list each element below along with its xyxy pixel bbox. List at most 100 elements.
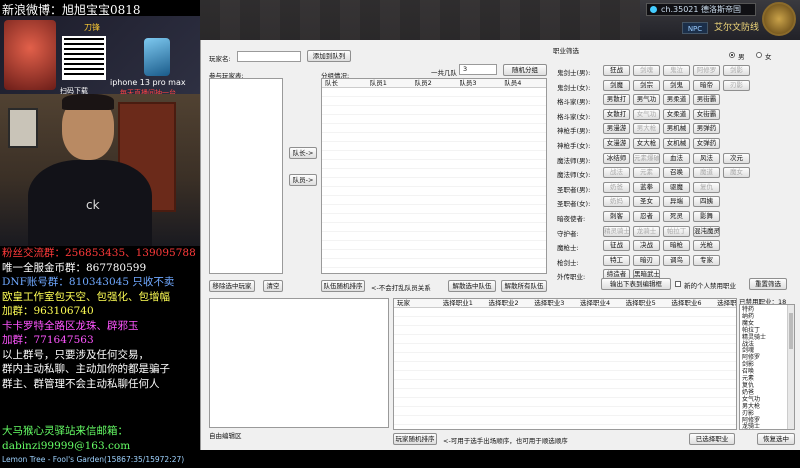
job-toggle-button[interactable]: 女大枪 [633, 138, 660, 149]
job-toggle-button[interactable]: 战法 [603, 167, 630, 179]
job-toggle-button[interactable]: 龙骑士 [633, 225, 660, 237]
job-toggle-button[interactable]: 魔道 [693, 167, 720, 179]
job-toggle-button[interactable]: 血法 [663, 152, 690, 164]
banner-decoration [200, 0, 640, 40]
restore-selected-button[interactable]: 恢复选中 [757, 433, 795, 445]
job-toggle-button[interactable]: 女街霸 [693, 108, 720, 120]
now-playing-song: Lemon Tree - Fool's Garden(15867:35/1597… [2, 455, 185, 464]
add-to-queue-button[interactable]: 添加到队列 [307, 50, 351, 62]
banned-jobs-list[interactable]: 特药 纳药 魔女 帕拉丁 精灵骑士 战法 剑魂 阿修罗 剑影 召唤 元素 复仇 奶爸 女气功 男大枪 刃影 阿修… [739, 304, 795, 430]
banned-job-item[interactable]: 龙骑士 [742, 424, 766, 429]
job-toggle-button[interactable]: 死灵 [663, 211, 690, 222]
gender-female-radio[interactable] [756, 52, 762, 58]
job-toggle-button[interactable]: 暗枪 [663, 240, 690, 252]
job-class-label: 格斗家(女): [557, 112, 591, 121]
job-toggle-button[interactable]: 女漫游 [603, 138, 630, 149]
job-toggle-button[interactable]: 次元 [723, 152, 750, 164]
job-toggle-button[interactable]: 刃影 [723, 79, 750, 91]
npc-badge[interactable]: NPC [682, 22, 708, 34]
grid-col-header: 选择职业5 [625, 299, 656, 307]
team-random-sort-button[interactable]: 队伍随机排序 [321, 280, 365, 292]
new-players-checkbox[interactable] [675, 281, 681, 287]
joined-players-list[interactable] [209, 78, 283, 274]
free-edit-textarea[interactable] [209, 298, 389, 428]
player-name-label: 玩家名: [209, 55, 231, 63]
job-toggle-button[interactable]: 剑魔 [603, 79, 630, 91]
job-toggle-button[interactable]: 忍者 [633, 211, 660, 222]
job-toggle-button[interactable]: 女散打 [603, 108, 630, 120]
remove-selected-player-button[interactable]: 移除选中玩家 [209, 280, 255, 292]
job-toggle-button[interactable]: 刺客 [603, 211, 630, 222]
job-toggle-button[interactable]: 决战 [633, 240, 660, 252]
job-toggle-button[interactable]: 征战 [603, 240, 630, 252]
job-toggle-button[interactable]: 元素爆破 [633, 152, 660, 164]
job-toggle-button[interactable]: 阿修罗 [693, 65, 720, 76]
job-toggle-button[interactable]: 暗帝 [693, 79, 720, 91]
job-toggle-button[interactable]: 奶妈 [603, 196, 630, 208]
job-toggle-button[interactable]: 剑宗 [633, 79, 660, 91]
job-toggle-button[interactable]: 精灵骑士 [603, 225, 630, 237]
job-toggle-button[interactable]: 圣女 [633, 196, 660, 208]
team-count-label: 一共几队 [431, 69, 457, 77]
job-toggle-button[interactable]: 风法 [693, 152, 720, 164]
job-toggle-button[interactable]: 女机械 [663, 138, 690, 149]
group-grid[interactable]: 队长 队员1 队员2 队员3 队员4 [321, 78, 547, 274]
banned-list-scrollbar[interactable] [787, 305, 794, 429]
team-count-input[interactable]: 3 [459, 64, 497, 75]
job-toggle-button[interactable]: 暗刃 [633, 254, 660, 266]
player-job-grid[interactable]: 玩家 选择职业1 选择职业2 选择职业3 选择职业4 选择职业5 选择职业6 选… [393, 298, 737, 430]
job-toggle-button[interactable]: 鬼泣 [663, 65, 690, 76]
clear-button[interactable]: 清空 [263, 280, 283, 292]
minimap-orb-icon[interactable] [762, 2, 796, 36]
job-toggle-button[interactable]: 奶爸 [603, 181, 630, 193]
dissolve-all-teams-button[interactable]: 解散所有队伍 [501, 280, 547, 292]
job-toggle-button[interactable]: 男机械 [663, 123, 690, 135]
job-toggle-button[interactable]: 狂战 [603, 65, 630, 76]
job-toggle-button[interactable]: 剑魂 [633, 65, 660, 76]
job-toggle-button[interactable]: 特工 [603, 254, 630, 266]
job-toggle-button[interactable]: 影舞 [693, 211, 720, 222]
to-member-button[interactable]: 队员-> [289, 174, 317, 186]
player-random-sort-button[interactable]: 玩家随机排序 [393, 433, 437, 445]
job-toggle-button[interactable]: 男弹药 [693, 123, 720, 135]
gender-male-radio[interactable] [729, 52, 735, 58]
job-toggle-button[interactable]: 男气功 [633, 94, 660, 106]
job-toggle-button[interactable]: 光枪 [693, 240, 720, 252]
to-captain-button[interactable]: 队长-> [289, 147, 317, 159]
job-toggle-button[interactable]: 魔女 [723, 167, 750, 179]
dissolve-selected-team-button[interactable]: 解散选中队伍 [448, 280, 496, 292]
job-toggle-button[interactable]: 女柔道 [663, 108, 690, 120]
reset-filter-button[interactable]: 重置筛选 [749, 278, 787, 290]
random-group-button[interactable]: 随机分组 [503, 64, 547, 76]
job-toggle-button[interactable]: 女气功 [633, 108, 660, 120]
job-toggle-button[interactable]: 复仇 [693, 181, 720, 193]
job-toggle-button[interactable]: 混沌魔灵 [693, 225, 720, 237]
job-toggle-button[interactable]: 元素 [633, 167, 660, 179]
player-name-input[interactable] [237, 51, 301, 62]
job-toggle-button[interactable]: 男大枪 [633, 123, 660, 135]
job-class-label: 守护者: [557, 229, 579, 238]
export-list-button[interactable]: 输出下表到编辑框 [601, 278, 671, 290]
job-toggle-button[interactable]: 调鸟 [663, 254, 690, 266]
scrollbar-thumb[interactable] [789, 313, 793, 349]
job-toggle-button[interactable]: 蓝拳 [633, 181, 660, 193]
job-toggle-button[interactable]: 驱魔 [663, 181, 690, 193]
job-toggle-button[interactable]: 异端 [663, 196, 690, 208]
job-class-label: 圣职者(男): [557, 185, 591, 194]
job-toggle-button[interactable]: 剑影 [723, 65, 750, 76]
job-toggle-button[interactable]: 男街霸 [693, 94, 720, 106]
job-toggle-button[interactable]: 帕拉丁 [663, 225, 690, 237]
qr-code-image [62, 36, 106, 80]
job-toggle-button[interactable]: 召唤 [663, 167, 690, 179]
grid-col-header: 队员1 [369, 79, 387, 87]
job-toggle-button[interactable]: 男柔道 [663, 94, 690, 106]
job-toggle-button[interactable]: 男散打 [603, 94, 630, 106]
job-toggle-button[interactable]: 男漫游 [603, 123, 630, 135]
job-toggle-button[interactable]: 冰结师 [603, 152, 630, 164]
job-toggle-button[interactable]: 四姨 [693, 196, 720, 208]
job-toggle-button[interactable]: 剑鬼 [663, 79, 690, 91]
selected-jobs-button[interactable]: 已选择职业 [689, 433, 735, 445]
job-toggle-button[interactable]: 专家 [693, 254, 720, 266]
job-toggle-button[interactable]: 女弹药 [693, 138, 720, 149]
no-shuffle-hint: <-不会打乱队员关系 [371, 284, 431, 292]
